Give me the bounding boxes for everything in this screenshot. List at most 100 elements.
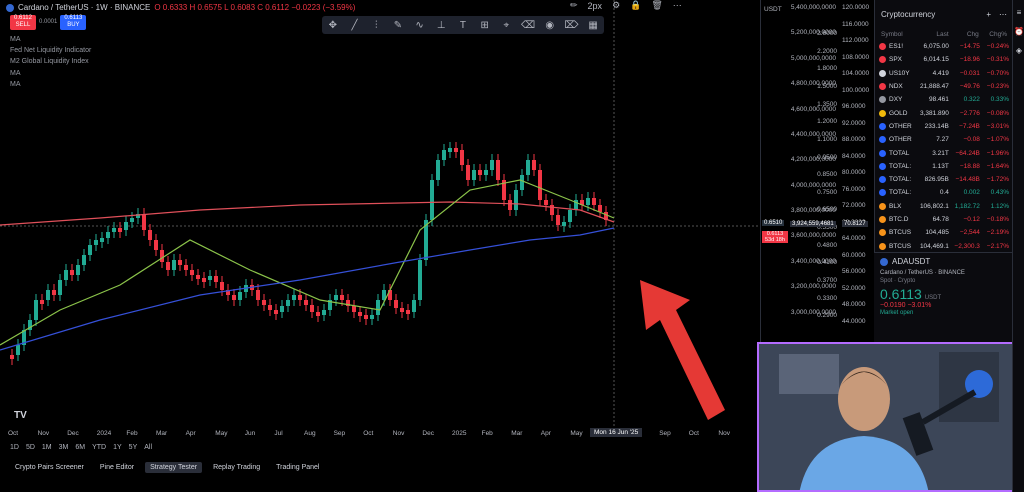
- eraser-icon[interactable]: ⌫: [521, 20, 535, 31]
- range-3m[interactable]: 3M: [59, 444, 69, 451]
- watchlist-row[interactable]: OTHER 233.14B −7.24B −3.01%: [875, 120, 1013, 133]
- alerts-icon[interactable]: ⏰: [1013, 27, 1024, 36]
- layers-icon[interactable]: ◈: [1013, 46, 1024, 55]
- range-ytd[interactable]: YTD: [92, 444, 106, 451]
- candle-body: [592, 198, 596, 205]
- row-last: 106,802.1: [919, 202, 949, 210]
- row-symbol: TOTAL:: [879, 189, 920, 197]
- more-icon[interactable]: ⋯: [673, 0, 682, 11]
- add-symbol-icon[interactable]: +: [986, 10, 991, 19]
- watchlist-row[interactable]: OTHER 7.27 −0.08 −1.07%: [875, 133, 1013, 146]
- curve-icon[interactable]: ∿: [413, 20, 427, 31]
- watchlist-row[interactable]: TOTAL 3.21T −64.24B −1.96%: [875, 146, 1013, 159]
- watchlist-row[interactable]: DXY 98.461 0.322 0.33%: [875, 93, 1013, 106]
- col-symbol[interactable]: Symbol: [881, 31, 921, 38]
- time-tick: Apr: [185, 430, 196, 437]
- detail-unit: USDT: [924, 295, 942, 301]
- watchlist-row[interactable]: SPX 6,014.15 −18.96 −0.31%: [875, 53, 1013, 66]
- indicator-ma-3[interactable]: MA: [10, 81, 21, 88]
- eye-icon[interactable]: ◉: [543, 20, 557, 31]
- layout-icon[interactable]: ▦: [586, 20, 600, 31]
- watchlist-row[interactable]: TOTAL: 0.4 0.002 0.43%: [875, 186, 1013, 199]
- candle-body: [400, 308, 404, 312]
- row-symbol: BTC.D: [879, 216, 920, 223]
- price-tick: 88.0000: [842, 136, 866, 143]
- price-tick: 76.0000: [842, 185, 866, 193]
- candle-body: [490, 160, 494, 170]
- trend-line-icon[interactable]: ╱: [348, 20, 362, 31]
- color-icon[interactable]: ✏: [570, 0, 578, 11]
- watchlist-row[interactable]: TOTAL: 826.95B −14.48B −1.72%: [875, 173, 1013, 186]
- tab-trading-panel[interactable]: Trading Panel: [271, 462, 324, 473]
- tab-replay-trading[interactable]: Replay Trading: [208, 462, 265, 473]
- lock-icon[interactable]: 🔒: [630, 0, 641, 11]
- buy-button[interactable]: 0.6113 BUY: [60, 15, 87, 30]
- brush-icon[interactable]: ✎: [391, 20, 405, 31]
- col-last[interactable]: Last: [921, 31, 948, 38]
- fib-icon[interactable]: ⫶: [369, 20, 383, 31]
- ruler-icon[interactable]: ⊥: [434, 20, 448, 31]
- watchlist-row[interactable]: GOLD 3,381.890 −2.776 −0.08%: [875, 106, 1013, 119]
- chart-area[interactable]: Cardano / TetherUS · 1W · BINANCE O 0.63…: [0, 0, 760, 440]
- symbol-icon: [879, 216, 886, 223]
- range-5y[interactable]: 5Y: [129, 444, 138, 451]
- cross-icon[interactable]: ✥: [326, 20, 340, 31]
- candle-body: [586, 198, 590, 205]
- indicator-ma-2[interactable]: MA: [10, 70, 21, 77]
- stroke-width[interactable]: 2px: [588, 1, 603, 11]
- col-chg[interactable]: Chg: [949, 31, 979, 38]
- tab-strategy-tester[interactable]: Strategy Tester: [145, 461, 203, 473]
- watchlist-row[interactable]: US10Y 4.419 −0.031 −0.70%: [875, 67, 1013, 80]
- watchlist-row[interactable]: BLX 106,802.1 1,182.72 1.12%: [875, 200, 1013, 213]
- watchlist-row[interactable]: BTCUS 104,469.1 −2,300.3 −2.17%: [875, 239, 1013, 252]
- price-tick: 92.0000: [842, 119, 866, 127]
- watchlist-row[interactable]: TOTAL: 1.13T −18.88 −1.64%: [875, 160, 1013, 173]
- tab-crypto-pairs-screener[interactable]: Crypto Pairs Screener: [10, 462, 89, 473]
- indicator-ma-1[interactable]: MA: [10, 36, 21, 43]
- candle-body: [496, 160, 500, 180]
- range-all[interactable]: All: [144, 444, 152, 451]
- trash-icon-2[interactable]: 🗑: [651, 0, 662, 11]
- range-1y[interactable]: 1Y: [113, 444, 122, 451]
- time-tick: Oct: [363, 430, 374, 437]
- symbol-icon: [879, 149, 886, 157]
- indicator-fed-liquidity[interactable]: Fed Net Liquidity Indicator: [10, 47, 91, 54]
- row-chg: −0.031: [959, 69, 980, 77]
- indicator-m2-liquidity[interactable]: M2 Global Liquidity Index: [10, 58, 89, 65]
- range-1d[interactable]: 1D: [10, 444, 19, 451]
- row-chg: 0.002: [963, 189, 980, 197]
- row-symbol: OTHER: [879, 136, 920, 144]
- measure-icon[interactable]: ⊞: [478, 20, 492, 31]
- candle-body: [94, 240, 98, 245]
- symbol-title[interactable]: Cardano / TetherUS · 1W · BINANCE: [18, 3, 150, 12]
- row-symbol: BTCUS: [879, 229, 920, 237]
- row-last: 6,075.00: [923, 43, 949, 51]
- watchlist-row[interactable]: ES1! 6,075.00 −14.75 −0.24%: [875, 40, 1013, 53]
- detail-symbol[interactable]: ADAUSDT: [892, 257, 930, 266]
- candle-body: [88, 245, 92, 255]
- watchlist-row[interactable]: BTC.D 64.78 −0.12 −0.18%: [875, 213, 1013, 226]
- candle-body: [538, 170, 542, 200]
- currency-label[interactable]: USDT: [764, 6, 782, 13]
- more-icon[interactable]: ⋯: [999, 10, 1007, 19]
- pin-icon[interactable]: ⌖: [499, 20, 513, 31]
- watchlist-title[interactable]: Cryptocurrency: [881, 10, 935, 19]
- settings-icon[interactable]: ⚙: [612, 0, 620, 11]
- row-chg: −0.08: [963, 136, 980, 144]
- range-1m[interactable]: 1M: [42, 444, 52, 451]
- trash-icon[interactable]: ⌦: [564, 20, 578, 31]
- row-chgp: −0.24%: [986, 43, 1010, 51]
- watchlist-row[interactable]: NDX 21,888.47 −49.76 −0.23%: [875, 80, 1013, 93]
- watchlist-row[interactable]: BTCUS 104,485 −2,544 −2.19%: [875, 226, 1013, 239]
- watchlist-icon[interactable]: ≡: [1013, 8, 1024, 17]
- range-5d[interactable]: 5D: [26, 444, 35, 451]
- tab-pine-editor[interactable]: Pine Editor: [95, 462, 139, 473]
- text-icon[interactable]: T: [456, 20, 470, 31]
- col-chgp[interactable]: Chg%: [979, 31, 1007, 38]
- range-6m[interactable]: 6M: [75, 444, 85, 451]
- sell-button[interactable]: 0.6112 SELL: [10, 15, 36, 30]
- candle-body: [370, 315, 374, 319]
- row-last: 104,469.1: [919, 242, 949, 250]
- tradingview-logo: TV: [14, 410, 27, 421]
- current-price-mid: 3,924,559,4681: [790, 221, 836, 227]
